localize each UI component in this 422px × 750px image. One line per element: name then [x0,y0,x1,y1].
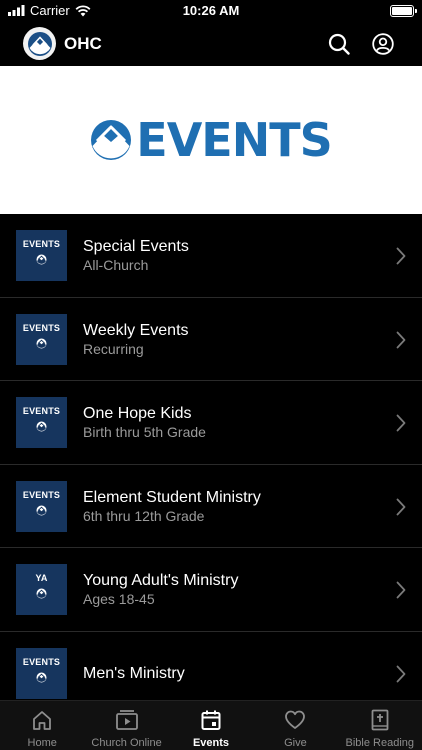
status-bar: Carrier 10:26 AM [0,0,422,22]
tab-home[interactable]: Home [0,701,84,750]
brand-logo[interactable] [23,27,56,60]
tab-give-label: Give [284,737,307,749]
church-logo-icon [27,31,52,56]
tab-give[interactable]: Give [253,701,337,750]
search-button[interactable] [326,31,352,57]
list-item[interactable]: EVENTS Element Student Ministry 6th thru 1… [0,465,422,548]
thumbnail-label: EVENTS [22,656,61,667]
chevron-right-icon [396,414,406,437]
event-category-list: EVENTS Special Events All-Church EVENTS Week… [0,214,422,700]
mini-logo-icon [36,419,47,437]
events-banner: EVENTS [0,66,422,214]
thumbnail-label: YA [35,573,48,583]
tab-bible-reading[interactable]: Bible Reading [338,701,422,750]
video-icon [115,710,138,730]
tab-church-online-label: Church Online [91,737,162,749]
search-icon [328,33,350,55]
chevron-right-icon [396,247,406,270]
category-thumbnail: EVENTS [16,397,67,448]
list-item[interactable]: EVENTS Men's Ministry [0,632,422,701]
user-icon [372,33,394,55]
calendar-icon [201,710,221,730]
list-item[interactable]: YA Young Adult's Ministry Ages 18-45 [0,548,422,632]
tab-home-label: Home [27,737,57,749]
bible-icon [371,709,389,731]
list-item-subtitle: All-Church [83,257,149,273]
mini-logo-icon [36,670,47,688]
list-item-subtitle: Ages 18-45 [83,591,155,607]
category-thumbnail: YA [16,564,67,615]
status-time: 10:26 AM [182,3,240,18]
list-item-title: Weekly Events [83,321,189,339]
chevron-right-icon [396,665,406,688]
mini-logo-icon [36,252,47,270]
banner-title: EVENTS [136,113,332,167]
category-thumbnail: EVENTS [16,230,67,281]
mini-logo-icon [36,336,47,354]
thumbnail-label: EVENTS [22,406,61,416]
tab-bar: Home Church Online Events Give Bible Rea… [0,700,422,750]
category-thumbnail: EVENTS [16,647,67,699]
thumbnail-label: EVENTS [22,489,61,500]
list-item-subtitle: Birth thru 5th Grade [83,424,206,440]
category-thumbnail: EVENTS [16,480,67,532]
brand-name: OHC [64,34,102,53]
chevron-right-icon [396,331,406,354]
tab-bible-reading-label: Bible Reading [345,737,415,749]
nav-bar: OHC [0,22,422,66]
list-item[interactable]: EVENTS One Hope Kids Birth thru 5th Grade [0,381,422,465]
tab-events-label: Events [192,737,230,749]
list-item-title: Men's Ministry [83,664,185,682]
tab-church-online[interactable]: Church Online [84,701,168,750]
tab-events[interactable]: Events [169,701,253,750]
list-item-title: Special Events [83,238,189,255]
chevron-right-icon [396,581,406,604]
list-item-title: One Hope Kids [83,405,192,422]
category-thumbnail: EVENTS [16,313,67,365]
chevron-right-icon [396,498,406,521]
list-item[interactable]: EVENTS Special Events All-Church [0,214,422,298]
list-item-subtitle: Recurring [83,340,144,357]
list-item-subtitle: 6th thru 12th Grade [83,507,205,524]
list-item-title: Element Student Ministry [83,488,261,506]
events-logo-icon [91,120,132,160]
heart-icon [285,710,306,729]
thumbnail-label: EVENTS [22,239,61,249]
thumbnail-label: EVENTS [22,322,61,333]
list-item[interactable]: EVENTS Weekly Events Recurring [0,298,422,381]
mini-logo-icon [36,503,47,521]
battery-icon [390,5,417,17]
profile-button[interactable] [370,31,396,57]
list-item-title: Young Adult's Ministry [83,572,239,589]
home-icon [33,711,52,730]
mini-logo-icon [36,586,47,604]
